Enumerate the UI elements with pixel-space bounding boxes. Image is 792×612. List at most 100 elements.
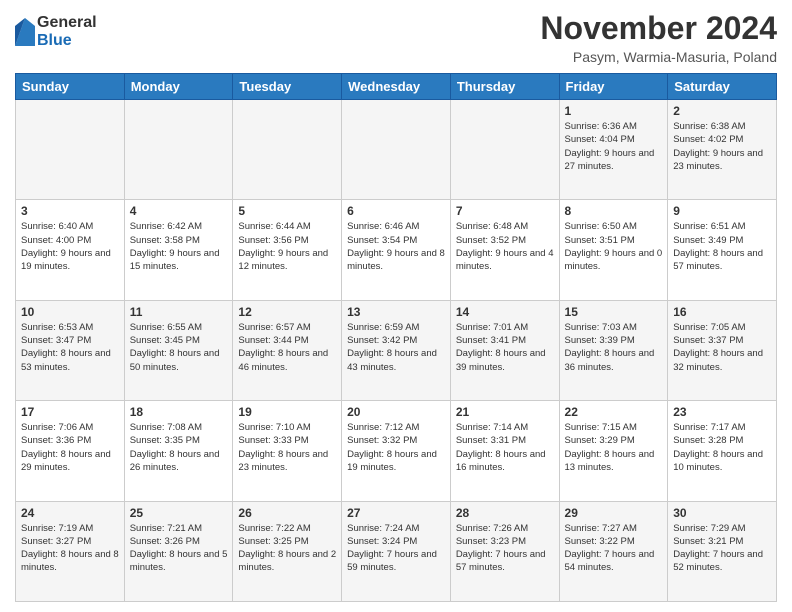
week-row-0: 1 Sunrise: 6:36 AM Sunset: 4:04 PM Daylig… — [16, 100, 777, 200]
header-saturday: Saturday — [668, 74, 777, 100]
day-cell: 30 Sunrise: 7:29 AM Sunset: 3:21 PM Dayli… — [668, 501, 777, 601]
day-cell: 11Sunrise: 6:55 AM Sunset: 3:45 PM Dayli… — [124, 300, 233, 400]
day-cell: 26Sunrise: 7:22 AM Sunset: 3:25 PM Dayli… — [233, 501, 342, 601]
day-cell: 13 Sunrise: 6:59 AM Sunset: 3:42 PM Dayli… — [342, 300, 451, 400]
day-number: 17 — [21, 405, 119, 419]
day-cell: 23Sunrise: 7:17 AM Sunset: 3:28 PM Dayli… — [668, 401, 777, 501]
day-cell — [124, 100, 233, 200]
day-cell: 15 Sunrise: 7:03 AM Sunset: 3:39 PM Dayli… — [559, 300, 668, 400]
day-info: Sunrise: 7:10 AM Sunset: 3:33 PM Dayligh… — [238, 421, 336, 474]
day-cell: 28 Sunrise: 7:26 AM Sunset: 3:23 PM Dayli… — [450, 501, 559, 601]
day-cell — [233, 100, 342, 200]
day-number: 10 — [21, 305, 119, 319]
day-cell: 20 Sunrise: 7:12 AM Sunset: 3:32 PM Dayli… — [342, 401, 451, 501]
day-info: Sunrise: 6:48 AM Sunset: 3:52 PM Dayligh… — [456, 220, 554, 273]
day-info: Sunrise: 6:53 AM Sunset: 3:47 PM Dayligh… — [21, 321, 119, 374]
day-cell — [16, 100, 125, 200]
day-info: Sunrise: 7:24 AM Sunset: 3:24 PM Dayligh… — [347, 522, 445, 575]
day-number: 4 — [130, 204, 228, 218]
day-cell: 1 Sunrise: 6:36 AM Sunset: 4:04 PM Daylig… — [559, 100, 668, 200]
day-cell: 22 Sunrise: 7:15 AM Sunset: 3:29 PM Dayli… — [559, 401, 668, 501]
day-number: 26 — [238, 506, 336, 520]
day-info: Sunrise: 6:50 AM Sunset: 3:51 PM Dayligh… — [565, 220, 663, 273]
day-info: Sunrise: 7:12 AM Sunset: 3:32 PM Dayligh… — [347, 421, 445, 474]
day-number: 14 — [456, 305, 554, 319]
day-number: 30 — [673, 506, 771, 520]
day-info: Sunrise: 7:29 AM Sunset: 3:21 PM Dayligh… — [673, 522, 771, 575]
header-sunday: Sunday — [16, 74, 125, 100]
day-number: 24 — [21, 506, 119, 520]
header: General Blue November 2024 Pasym, Warmia… — [15, 10, 777, 65]
day-info: Sunrise: 7:08 AM Sunset: 3:35 PM Dayligh… — [130, 421, 228, 474]
day-number: 5 — [238, 204, 336, 218]
day-number: 7 — [456, 204, 554, 218]
header-friday: Friday — [559, 74, 668, 100]
day-info: Sunrise: 6:59 AM Sunset: 3:42 PM Dayligh… — [347, 321, 445, 374]
day-info: Sunrise: 7:14 AM Sunset: 3:31 PM Dayligh… — [456, 421, 554, 474]
day-info: Sunrise: 6:42 AM Sunset: 3:58 PM Dayligh… — [130, 220, 228, 273]
day-number: 13 — [347, 305, 445, 319]
day-number: 23 — [673, 405, 771, 419]
title-section: November 2024 Pasym, Warmia-Masuria, Pol… — [540, 10, 777, 65]
day-info: Sunrise: 7:21 AM Sunset: 3:26 PM Dayligh… — [130, 522, 228, 575]
header-row: Sunday Monday Tuesday Wednesday Thursday… — [16, 74, 777, 100]
day-number: 22 — [565, 405, 663, 419]
day-number: 21 — [456, 405, 554, 419]
day-cell: 10 Sunrise: 6:53 AM Sunset: 3:47 PM Dayli… — [16, 300, 125, 400]
day-number: 16 — [673, 305, 771, 319]
day-info: Sunrise: 6:44 AM Sunset: 3:56 PM Dayligh… — [238, 220, 336, 273]
day-cell: 29 Sunrise: 7:27 AM Sunset: 3:22 PM Dayli… — [559, 501, 668, 601]
week-row-1: 3 Sunrise: 6:40 AM Sunset: 4:00 PM Daylig… — [16, 200, 777, 300]
day-cell: 17 Sunrise: 7:06 AM Sunset: 3:36 PM Dayli… — [16, 401, 125, 501]
day-info: Sunrise: 7:27 AM Sunset: 3:22 PM Dayligh… — [565, 522, 663, 575]
day-number: 3 — [21, 204, 119, 218]
day-info: Sunrise: 7:15 AM Sunset: 3:29 PM Dayligh… — [565, 421, 663, 474]
day-cell: 18Sunrise: 7:08 AM Sunset: 3:35 PM Dayli… — [124, 401, 233, 501]
header-tuesday: Tuesday — [233, 74, 342, 100]
day-number: 28 — [456, 506, 554, 520]
day-info: Sunrise: 6:46 AM Sunset: 3:54 PM Dayligh… — [347, 220, 445, 273]
day-cell: 25Sunrise: 7:21 AM Sunset: 3:26 PM Dayli… — [124, 501, 233, 601]
week-row-4: 24Sunrise: 7:19 AM Sunset: 3:27 PM Dayli… — [16, 501, 777, 601]
day-info: Sunrise: 7:01 AM Sunset: 3:41 PM Dayligh… — [456, 321, 554, 374]
day-number: 27 — [347, 506, 445, 520]
day-number: 6 — [347, 204, 445, 218]
day-cell: 9Sunrise: 6:51 AM Sunset: 3:49 PM Daylig… — [668, 200, 777, 300]
day-cell — [450, 100, 559, 200]
day-cell: 4 Sunrise: 6:42 AM Sunset: 3:58 PM Daylig… — [124, 200, 233, 300]
day-number: 15 — [565, 305, 663, 319]
calendar-body: 1 Sunrise: 6:36 AM Sunset: 4:04 PM Daylig… — [16, 100, 777, 602]
header-wednesday: Wednesday — [342, 74, 451, 100]
day-info: Sunrise: 7:26 AM Sunset: 3:23 PM Dayligh… — [456, 522, 554, 575]
logo-blue: Blue — [37, 32, 97, 50]
subtitle: Pasym, Warmia-Masuria, Poland — [540, 49, 777, 65]
logo-text: General Blue — [37, 14, 97, 49]
day-info: Sunrise: 7:03 AM Sunset: 3:39 PM Dayligh… — [565, 321, 663, 374]
day-cell: 2Sunrise: 6:38 AM Sunset: 4:02 PM Daylig… — [668, 100, 777, 200]
header-thursday: Thursday — [450, 74, 559, 100]
header-monday: Monday — [124, 74, 233, 100]
day-number: 9 — [673, 204, 771, 218]
day-number: 1 — [565, 104, 663, 118]
day-number: 29 — [565, 506, 663, 520]
day-number: 8 — [565, 204, 663, 218]
page: General Blue November 2024 Pasym, Warmia… — [0, 0, 792, 612]
calendar-header: Sunday Monday Tuesday Wednesday Thursday… — [16, 74, 777, 100]
logo-general: General — [37, 14, 97, 32]
day-number: 19 — [238, 405, 336, 419]
day-cell: 3 Sunrise: 6:40 AM Sunset: 4:00 PM Daylig… — [16, 200, 125, 300]
day-info: Sunrise: 7:05 AM Sunset: 3:37 PM Dayligh… — [673, 321, 771, 374]
logo: General Blue — [15, 14, 97, 49]
logo-icon — [15, 18, 35, 46]
day-cell — [342, 100, 451, 200]
day-info: Sunrise: 6:57 AM Sunset: 3:44 PM Dayligh… — [238, 321, 336, 374]
day-info: Sunrise: 6:40 AM Sunset: 4:00 PM Dayligh… — [21, 220, 119, 273]
day-number: 12 — [238, 305, 336, 319]
day-number: 11 — [130, 305, 228, 319]
day-info: Sunrise: 6:36 AM Sunset: 4:04 PM Dayligh… — [565, 120, 663, 173]
day-number: 20 — [347, 405, 445, 419]
day-cell: 7 Sunrise: 6:48 AM Sunset: 3:52 PM Daylig… — [450, 200, 559, 300]
day-cell: 5 Sunrise: 6:44 AM Sunset: 3:56 PM Daylig… — [233, 200, 342, 300]
day-info: Sunrise: 7:06 AM Sunset: 3:36 PM Dayligh… — [21, 421, 119, 474]
day-cell: 14 Sunrise: 7:01 AM Sunset: 3:41 PM Dayli… — [450, 300, 559, 400]
